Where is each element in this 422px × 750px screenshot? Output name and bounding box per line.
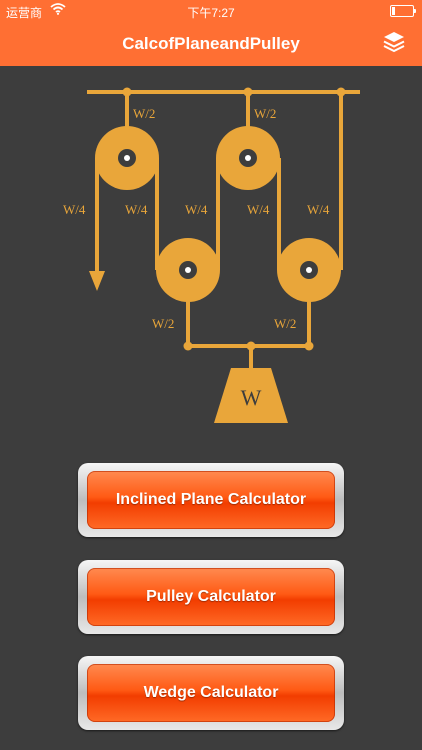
inclined-plane-calculator-button[interactable]: Inclined Plane Calculator <box>87 471 335 529</box>
label-seg2: W/4 <box>125 202 148 217</box>
status-bar: 运营商 下午7:27 <box>0 0 422 22</box>
layers-icon[interactable] <box>382 30 406 54</box>
pulley-button-frame: Pulley Calculator <box>78 560 344 634</box>
label-seg5: W/4 <box>307 202 330 217</box>
clock: 下午7:27 <box>187 6 235 20</box>
label-top-right: W/2 <box>254 106 276 121</box>
label-seg4: W/4 <box>247 202 270 217</box>
wedge-calculator-button[interactable]: Wedge Calculator <box>87 664 335 722</box>
label-seg1: W/4 <box>63 202 86 217</box>
label-bottom-left: W/2 <box>152 316 174 331</box>
battery-icon <box>390 5 416 17</box>
pulley-diagram: W/2 W/2 W/4 W/4 W/4 W/4 W/4 W/2 W/2 W <box>63 87 360 423</box>
wedge-button-frame: Wedge Calculator <box>78 656 344 730</box>
pulley-calculator-button[interactable]: Pulley Calculator <box>87 568 335 626</box>
inclined-plane-button-frame: Inclined Plane Calculator <box>78 463 344 537</box>
arrow-down-icon <box>89 271 105 291</box>
label-weight: W <box>241 385 262 410</box>
page-title: CalcofPlaneandPulley <box>122 34 300 53</box>
label-seg3: W/4 <box>185 202 208 217</box>
label-bottom-right: W/2 <box>274 316 296 331</box>
app-header: 运营商 下午7:27 CalcofPlaneandPulley <box>0 0 422 66</box>
label-top-left: W/2 <box>133 106 155 121</box>
